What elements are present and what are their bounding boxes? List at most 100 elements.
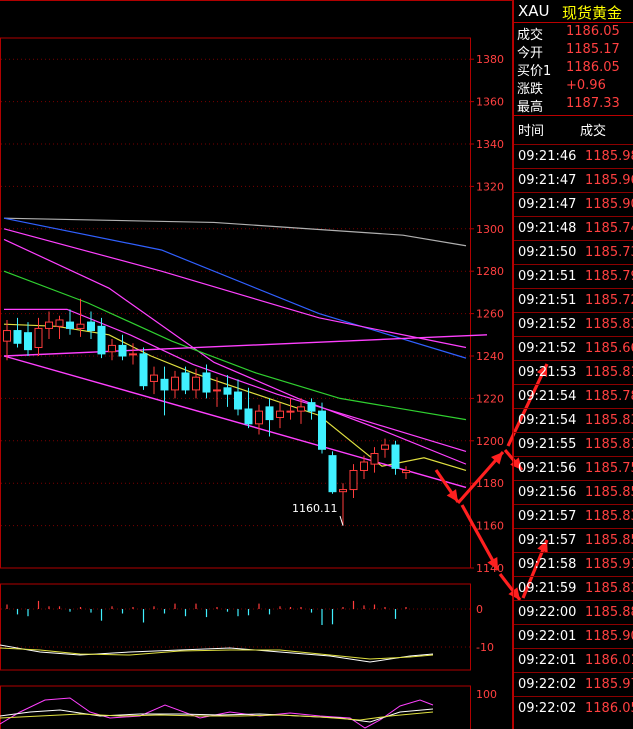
tick-time: 09:21:55 (518, 437, 577, 452)
tick-price: 1185.83 (585, 581, 633, 596)
candle-up (45, 321, 53, 329)
candle-up (349, 469, 358, 491)
tick-time: 09:21:51 (518, 293, 577, 308)
tick-price: 1185.96 (585, 173, 633, 188)
tick-time: 09:22:02 (518, 677, 577, 692)
tick-row: 09:21:51 1185.72 (514, 288, 633, 313)
tick-price: 1185.78 (585, 389, 633, 404)
candle-up (297, 406, 305, 412)
tick-price: 1185.97 (585, 677, 633, 692)
kdj-tick-label: 100 (476, 688, 497, 701)
tick-time: 09:21:54 (518, 413, 577, 428)
y-tick-label: 1260 (476, 308, 504, 321)
tick-list[interactable]: 时间 成交 09:21:461185.9809:21:471185.9609:2… (513, 116, 633, 729)
quote-label: 今开 (517, 46, 544, 61)
candle-up (171, 376, 179, 391)
tick-row: 09:22:01 1186.01 (514, 648, 633, 673)
tick-price: 1185.90 (585, 629, 633, 644)
y-tick-label: 1200 (476, 435, 504, 448)
candle-up (360, 461, 368, 471)
candle-up (276, 410, 284, 418)
tick-time: 09:21:47 (518, 197, 577, 212)
tick-time: 09:22:00 (518, 605, 577, 620)
channel-line (3, 334, 488, 357)
tick-price: 1185.72 (585, 293, 633, 308)
y-tick-label: 1360 (476, 96, 504, 109)
candle-down (234, 391, 242, 410)
tick-price: 1185.90 (585, 197, 633, 212)
tick-price: 1185.79 (585, 269, 633, 284)
candle-down (139, 353, 148, 387)
tick-price: 1185.74 (585, 221, 633, 236)
chart-gridlines (1, 58, 470, 527)
tick-row: 09:21:47 1185.96 (514, 168, 633, 193)
tick-time: 09:21:52 (518, 341, 577, 356)
tick-price-header: 成交 (580, 124, 607, 139)
y-tick-label: 1320 (476, 180, 504, 193)
tick-row: 09:21:56 1185.85 (514, 480, 633, 505)
y-tick-label: 1300 (476, 223, 504, 236)
candle-down (328, 455, 337, 493)
tick-row: 09:21:46 1185.98 (514, 144, 633, 169)
candle-up (381, 444, 389, 450)
quote-label: 成交 (517, 28, 544, 43)
quote-value: 1186.05 (566, 24, 620, 39)
candle-up (55, 319, 64, 327)
candle-up (129, 353, 137, 356)
tick-time: 09:21:51 (518, 269, 577, 284)
tick-row: 09:21:58 1185.91 (514, 552, 633, 577)
tick-row: 09:21:51 1185.79 (514, 264, 633, 289)
quote-panel: 成交 1186.05 今开 1185.17 买价1 1186.05 涨跌 +0.96 最… (513, 23, 633, 116)
y-tick-label: 1340 (476, 138, 504, 151)
tick-price: 1186.01 (585, 653, 633, 668)
tick-time: 09:22:02 (518, 701, 577, 716)
candle-up (402, 469, 410, 474)
tick-time: 09:21:56 (518, 485, 577, 500)
candle-down (391, 444, 400, 469)
tick-price: 1185.75 (585, 461, 633, 476)
quote-label: 涨跌 (517, 82, 544, 97)
tick-row: 09:21:54 1185.78 (514, 384, 633, 409)
j-line (0, 697, 434, 729)
tick-row: 09:21:56 1185.75 (514, 456, 633, 481)
candle-down (24, 332, 32, 351)
quote-row: 买价1 1186.05 (514, 60, 633, 79)
candle-down (97, 325, 106, 355)
tick-price: 1185.83 (585, 413, 633, 428)
tick-row: 09:22:01 1185.90 (514, 624, 633, 649)
tick-price: 1185.83 (585, 509, 633, 524)
tick-time: 09:22:01 (518, 653, 577, 668)
candle-down (202, 372, 211, 393)
quote-value: 1186.05 (566, 60, 620, 75)
tick-time: 09:21:58 (518, 557, 577, 572)
candle-down (13, 330, 22, 344)
candle-down (265, 406, 274, 421)
candle-down (244, 408, 253, 425)
tick-price: 1185.85 (585, 533, 633, 548)
tick-row: 09:21:53 1185.81 (514, 360, 633, 385)
tick-price: 1185.66 (585, 341, 633, 356)
candle-up (3, 330, 11, 342)
kdj-plot-border (0, 685, 471, 729)
candle-down (307, 402, 316, 412)
quote-row: 成交 1186.05 (514, 24, 633, 43)
tick-row: 09:21:57 1185.85 (514, 528, 633, 553)
candlesticks (3, 298, 410, 526)
tick-time: 09:21:59 (518, 581, 577, 596)
quote-label: 买价1 (517, 64, 552, 79)
y-tick-label: 1380 (476, 53, 504, 66)
tick-row: 09:22:02 1185.97 (514, 672, 633, 697)
y-tick-label: 1220 (476, 392, 504, 405)
tick-time: 09:21:47 (518, 173, 577, 188)
tick-time: 09:21:56 (518, 461, 577, 476)
tick-price: 1185.85 (585, 485, 633, 500)
symbol-name: 现货黄金 (562, 4, 623, 22)
tick-time: 09:22:01 (518, 629, 577, 644)
tick-row: 09:21:59 1185.83 (514, 576, 633, 601)
candle-down (87, 321, 95, 332)
quote-value: 1187.33 (566, 96, 620, 111)
y-tick-label: 1160 (476, 520, 504, 533)
candle-up (192, 376, 200, 391)
low-price-label: 1160.11 (292, 502, 338, 515)
tick-row: 09:21:57 1185.83 (514, 504, 633, 529)
